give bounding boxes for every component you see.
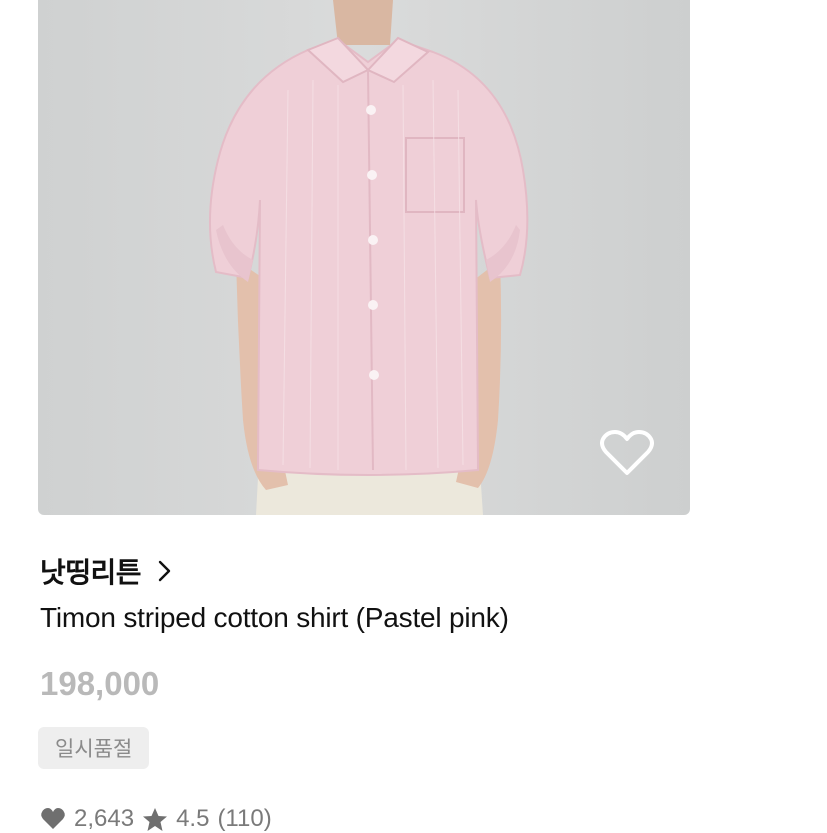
star-icon: [143, 807, 168, 831]
wishlist-button[interactable]: [600, 429, 660, 485]
status-badge: 일시품절: [38, 727, 150, 769]
product-title[interactable]: Timon striped cotton shirt (Pastel pink): [40, 602, 509, 634]
product-image[interactable]: [38, 0, 690, 515]
likes-count: 2,643: [74, 805, 135, 832]
model-photo: [208, 0, 529, 515]
brand-name: 낫띵리튼: [40, 557, 142, 588]
product-price: 198,000: [40, 665, 160, 702]
brand-link[interactable]: 낫띵리튼: [40, 551, 175, 591]
status-badge-label: 일시품절: [55, 738, 133, 761]
heart-filled-icon: [41, 808, 65, 829]
rating-value: 4.5: [176, 805, 210, 832]
chevron-right-icon: [158, 560, 171, 582]
product-stats: 2,643 4.5 (110): [40, 805, 272, 833]
heart-outline-icon: [600, 430, 654, 475]
review-count: (110): [217, 805, 272, 832]
